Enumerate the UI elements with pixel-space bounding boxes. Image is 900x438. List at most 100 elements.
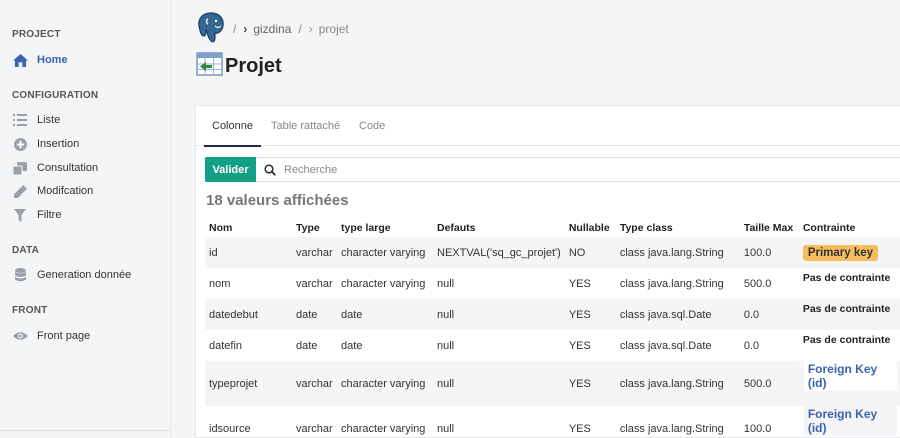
cell-type: varchar — [292, 361, 337, 406]
search-input[interactable] — [284, 163, 844, 176]
cell-nom: datedebut — [205, 299, 292, 330]
cell-type: date — [292, 299, 337, 330]
header-defauts: Defauts — [437, 222, 476, 234]
cell-nullable: YES — [568, 339, 591, 352]
cell-type: varchar — [296, 277, 333, 290]
sidebar-item-label: Insertion — [37, 138, 80, 150]
cell-contrainte: Pas de contrainte — [799, 268, 900, 299]
cell-type-large: character varying — [341, 277, 426, 290]
page-title: Projet — [225, 54, 282, 77]
cell-defauts: null — [437, 422, 455, 435]
cell-nullable: YES — [568, 277, 591, 290]
table-header-row: Nom Type type large Defauts Nullable Typ… — [205, 219, 900, 237]
table-import-icon — [196, 51, 223, 81]
cell-nom: idsource — [209, 422, 251, 435]
sidebar-item-modifcation[interactable]: Modifcation — [12, 181, 93, 201]
tab-colonne[interactable]: Colonne — [204, 106, 261, 147]
cell-defauts: null — [433, 299, 565, 330]
cell-taille-max: 0.0 — [739, 299, 799, 330]
content-card: Colonne Table rattaché Code Valider 18 v… — [195, 105, 900, 438]
sidebar-item-home[interactable]: Home — [12, 50, 68, 70]
cell-contrainte: Foreign Key (id) — [799, 405, 900, 438]
cell-type-large: character varying — [337, 361, 433, 406]
cell-defauts: null — [437, 277, 455, 290]
table-row: datefin date date null YES class java.sq… — [205, 330, 900, 361]
header-nullable: Nullable — [568, 222, 610, 234]
foreign-key-link[interactable]: Foreign Key (id) — [803, 405, 897, 436]
sidebar-item-generation-donnee[interactable]: Generation donnée — [12, 265, 131, 285]
tab-table-rattache[interactable]: Table rattaché — [271, 106, 340, 146]
cell-taille-max: 100.0 — [739, 237, 799, 268]
cell-nullable: YES — [568, 422, 591, 435]
header-type: Type — [296, 222, 320, 234]
sidebar-section-data: DATA — [12, 245, 40, 256]
sidebar-item-filtre[interactable]: Filtre — [12, 205, 61, 225]
cell-taille-max: 500.0 — [743, 277, 772, 290]
cell-nullable: NO — [564, 237, 616, 268]
chevron-right-icon: › — [243, 22, 248, 36]
header-taille-max: Taille Max — [743, 222, 794, 234]
table-row: nom varchar character varying null YES c… — [205, 268, 900, 299]
breadcrumb: / › gizdina / › projet — [196, 11, 349, 48]
header-type-large: type large — [341, 222, 391, 234]
chevron-right-icon: › — [308, 22, 313, 36]
cell-nullable: YES — [564, 361, 616, 406]
cell-type-class: class java.lang.String — [615, 361, 740, 406]
sidebar-item-label: Generation donnée — [37, 269, 132, 281]
filter-icon — [12, 207, 28, 223]
cell-type-large: date — [337, 299, 433, 330]
sidebar-item-insertion[interactable]: Insertion — [12, 134, 79, 154]
values-count: 18 valeurs affichées — [206, 192, 349, 209]
cell-nom: nom — [209, 277, 231, 290]
cell-type-large: character varying — [337, 237, 433, 268]
cell-type-class: class java.lang.String — [619, 422, 724, 435]
sidebar: PROJECT Home CONFIGURATION Liste Inserti… — [0, 0, 171, 438]
clone-icon — [12, 160, 28, 176]
pencil-icon — [12, 183, 28, 199]
home-icon — [12, 52, 28, 68]
valider-button[interactable]: Valider — [205, 157, 256, 182]
cell-contrainte: Foreign Key (id) — [798, 360, 900, 406]
breadcrumb-separator: / — [233, 22, 237, 36]
sidebar-item-label: Home — [37, 54, 68, 66]
cell-type: date — [296, 339, 318, 352]
sidebar-item-label: Filtre — [37, 209, 62, 221]
tab-code[interactable]: Code — [359, 106, 385, 146]
search-icon — [256, 163, 284, 176]
sidebar-divider — [0, 430, 171, 431]
table-row: idsource varchar character varying null … — [205, 405, 900, 438]
sidebar-item-front-page[interactable]: Front page — [12, 326, 90, 346]
primary-key-badge: Primary key — [802, 244, 879, 261]
search-bar: Valider — [205, 157, 900, 182]
cell-taille-max: 0.0 — [743, 339, 760, 352]
cell-type-class: class java.lang.String — [619, 277, 724, 290]
cell-defauts: NEXTVAL('sq_gc_projet') — [433, 237, 565, 268]
cell-nullable: YES — [564, 299, 616, 330]
sidebar-item-liste[interactable]: Liste — [12, 110, 60, 130]
cell-contrainte: Pas de contrainte — [799, 330, 900, 361]
tab-bar: Colonne Table rattaché Code — [196, 106, 900, 147]
page-header: Projet — [196, 51, 282, 81]
breadcrumb-db[interactable]: gizdina — [253, 22, 291, 36]
cell-nom: typeprojet — [205, 361, 292, 406]
no-constraint-label: Pas de contrainte — [802, 271, 891, 284]
table-row: datedebut date date null YES class java.… — [205, 299, 900, 330]
header-type-class: Type class — [619, 222, 673, 234]
cell-defauts: null — [433, 361, 565, 406]
database-icon — [12, 267, 28, 283]
sidebar-section-project: PROJECT — [12, 29, 61, 40]
postgresql-logo-icon[interactable] — [196, 11, 226, 48]
foreign-key-link[interactable]: Foreign Key (id) — [803, 360, 897, 391]
columns-table: Nom Type type large Defauts Nullable Typ… — [205, 219, 900, 438]
sidebar-item-label: Consultation — [37, 162, 99, 174]
cell-nom: datefin — [209, 339, 243, 352]
cell-nom: id — [205, 237, 292, 268]
eye-icon — [12, 328, 28, 344]
cell-type: varchar — [292, 237, 337, 268]
breadcrumb-current: projet — [318, 22, 349, 36]
sidebar-item-consultation[interactable]: Consultation — [12, 158, 98, 178]
cell-type-large: date — [341, 339, 363, 352]
cell-type-class: class java.sql.Date — [615, 299, 740, 330]
header-contrainte: Contrainte — [802, 222, 856, 234]
cell-defauts: null — [437, 339, 455, 352]
